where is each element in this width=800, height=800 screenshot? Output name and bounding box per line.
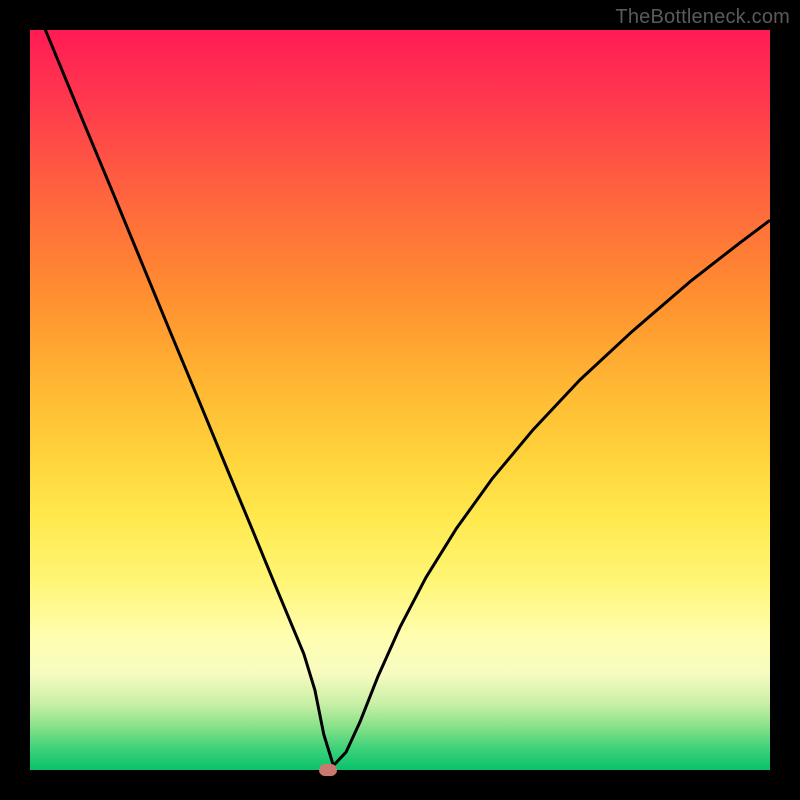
curve-path [30, 0, 770, 766]
optimal-marker [319, 764, 337, 776]
chart-frame: TheBottleneck.com [0, 0, 800, 800]
bottleneck-curve [30, 30, 770, 770]
chart-plot-area [30, 30, 770, 770]
watermark-text: TheBottleneck.com [615, 6, 790, 29]
